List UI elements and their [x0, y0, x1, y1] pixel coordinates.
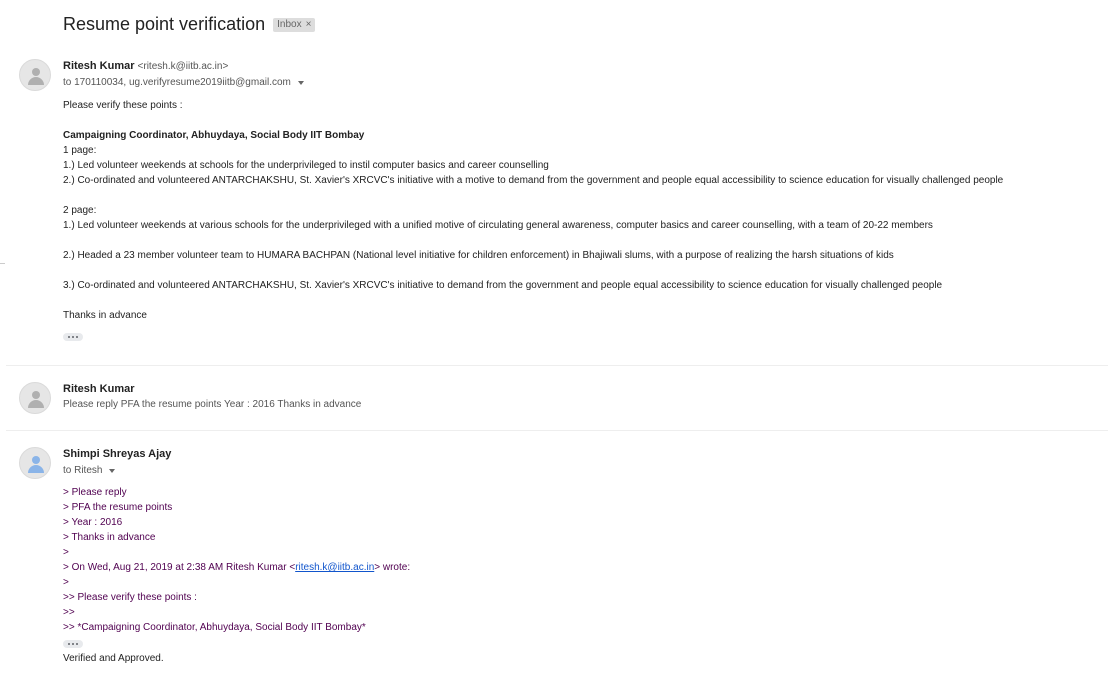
divider-mark	[0, 263, 5, 264]
body-two-page-label: 2 page:	[63, 205, 97, 216]
quote-line: >> Please verify these points :	[63, 592, 197, 603]
body-heading: Campaigning Coordinator, Abhuydaya, Soci…	[63, 130, 365, 141]
body-two-page-point-2: 2.) Headed a 23 member volunteer team to…	[63, 250, 894, 261]
quote-line: > Year : 2016	[63, 517, 123, 528]
quote-attribution-line: > On Wed, Aug 21, 2019 at 2:38 AM Ritesh…	[63, 560, 410, 575]
quote-line: > Thanks in advance	[63, 532, 156, 543]
sender-avatar[interactable]	[19, 382, 51, 414]
recipients-line: to Ritesh	[63, 465, 116, 476]
show-trimmed-content-button[interactable]	[63, 640, 83, 648]
body-two-page-point-1: 1.) Led volunteer weekends at various sc…	[63, 220, 933, 231]
message-sender-name: Shimpi Shreyas Ajay	[63, 448, 172, 460]
quote-line: >>	[63, 607, 75, 618]
recipients-text: to 170110034, ug.verifyresume2019iitb@gm…	[63, 77, 291, 88]
message-divider	[6, 365, 1108, 366]
quote-line: >	[63, 547, 69, 558]
collapsed-message-snippet[interactable]: Please reply PFA the resume points Year …	[63, 399, 361, 410]
body-blank	[63, 293, 1003, 308]
body-one-page-point-2: 2.) Co-ordinated and volunteered ANTARCH…	[63, 175, 1004, 186]
body-blank	[63, 263, 1003, 278]
recipients-text: to Ritesh	[63, 465, 103, 476]
body-greeting: Please verify these points :	[63, 100, 183, 111]
label-name: Inbox	[277, 19, 302, 30]
sender-avatar[interactable]	[19, 59, 51, 91]
recipients-line: to 170110034, ug.verifyresume2019iitb@gm…	[63, 77, 304, 88]
body-blank	[63, 188, 1003, 203]
quote-line: >	[63, 577, 69, 588]
sender-avatar[interactable]	[19, 447, 51, 479]
body-one-page-label: 1 page:	[63, 145, 97, 156]
message-sender: Ritesh Kumar <ritesh.k@iitb.ac.in>	[63, 60, 228, 72]
quote-attribution-prefix: > On Wed, Aug 21, 2019 at 2:38 AM Ritesh…	[63, 562, 296, 573]
quote-line: > Please reply	[63, 487, 127, 498]
remove-label-icon[interactable]: ×	[306, 19, 312, 30]
reply-body: Verified and Approved.	[63, 653, 164, 664]
inbox-label-chip[interactable]: Inbox ×	[273, 17, 316, 32]
email-link[interactable]: ritesh.k@iitb.ac.in	[295, 562, 374, 573]
quoted-text: > Please reply > PFA the resume points >…	[63, 485, 410, 635]
body-blank	[63, 113, 1003, 128]
body-closing: Thanks in advance	[63, 310, 147, 321]
chevron-down-icon[interactable]	[109, 468, 116, 473]
collapsed-message-sender[interactable]: Ritesh Kumar	[63, 383, 135, 395]
body-one-page-point-1: 1.) Led volunteer weekends at schools fo…	[63, 160, 549, 171]
message-body: Please verify these points : Campaigning…	[63, 98, 1003, 323]
thread-subject: Resume point verification	[63, 14, 266, 34]
body-blank	[63, 233, 1003, 248]
message-divider	[6, 430, 1108, 431]
thread-header: Resume point verification Inbox ×	[63, 14, 316, 35]
sender-name: Ritesh Kumar	[63, 60, 135, 72]
quote-line: > PFA the resume points	[63, 502, 173, 513]
quote-attribution-suffix: > wrote:	[374, 562, 411, 573]
chevron-down-icon[interactable]	[297, 80, 304, 85]
sender-email: <ritesh.k@iitb.ac.in>	[137, 61, 229, 72]
quote-line: >> *Campaigning Coordinator, Abhuydaya, …	[63, 622, 366, 633]
show-trimmed-content-button[interactable]	[63, 333, 83, 341]
body-two-page-point-3: 3.) Co-ordinated and volunteered ANTARCH…	[63, 280, 943, 291]
